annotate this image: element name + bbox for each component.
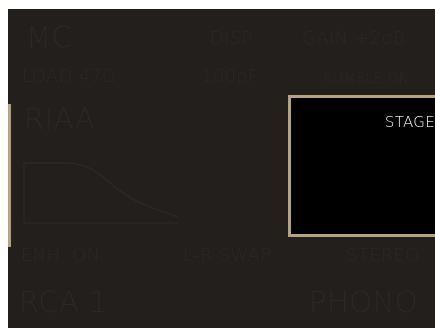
stage-label: STAGE	[384, 113, 435, 131]
load-setting-label[interactable]: LOAD 47Ω	[22, 68, 116, 86]
capacitance-setting-label[interactable]: 100pF	[201, 68, 259, 86]
input-selector-label[interactable]: RCA 1	[19, 288, 108, 317]
riaa-curve-line	[24, 162, 179, 218]
source-label[interactable]: PHONO	[309, 288, 418, 317]
rumble-filter-label[interactable]: RUMBLE ON	[323, 72, 410, 86]
lr-swap-label[interactable]: L-R SWAP	[183, 247, 271, 265]
stage-panel[interactable]: STAGE	[288, 95, 435, 237]
selection-marker	[8, 104, 11, 247]
eq-curve-label[interactable]: RIAA	[24, 105, 95, 134]
cartridge-type-label[interactable]: MC	[26, 23, 72, 52]
gain-setting-label[interactable]: GAIN +2dB	[302, 30, 405, 48]
channel-mode-label[interactable]: STEREO	[346, 247, 420, 265]
enhance-status-label[interactable]: ENH. ON	[21, 247, 100, 265]
phono-stage-display: MC DISP GAIN +2dB LOAD 47Ω 100pF RUMBLE …	[8, 9, 435, 328]
display-setting-label[interactable]: DISP	[210, 30, 253, 48]
eq-curve-graph	[23, 162, 179, 224]
